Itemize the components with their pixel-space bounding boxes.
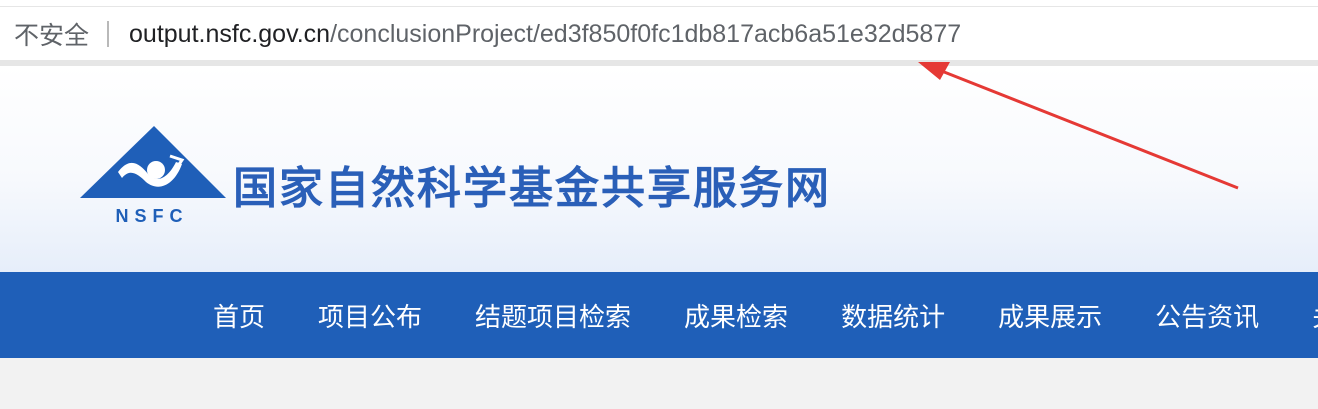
browser-address-bar: 不安全 output.nsfc.gov.cn/conclusionProject…	[0, 0, 1318, 66]
nav-item-announcements[interactable]: 公告资讯	[1155, 297, 1259, 334]
nav-item-about[interactable]: 关	[1312, 297, 1318, 334]
nav-item-concluded-project-search[interactable]: 结题项目检索	[475, 297, 631, 334]
url-path[interactable]: /conclusionProject/ed3f850f0fc1db817acb6…	[330, 20, 961, 49]
nav-item-results-showcase[interactable]: 成果展示	[998, 297, 1102, 334]
nsfc-logo[interactable]: NSFC	[78, 126, 228, 226]
site-header: NSFC 国家自然科学基金共享服务网	[0, 66, 1318, 272]
site-title[interactable]: 国家自然科学基金共享服务网	[233, 152, 831, 216]
url-host[interactable]: output.nsfc.gov.cn	[129, 20, 330, 49]
address-row[interactable]: 不安全 output.nsfc.gov.cn/conclusionProject…	[14, 14, 961, 54]
logo-text: NSFC	[116, 206, 189, 226]
nav-item-home[interactable]: 首页	[213, 297, 265, 334]
nav-item-statistics[interactable]: 数据统计	[841, 297, 945, 334]
address-bar-top-border	[0, 6, 1318, 7]
nav-item-project-announcement[interactable]: 项目公布	[318, 297, 422, 334]
nav-list: 首页 项目公布 结题项目检索 成果检索 数据统计 成果展示 公告资讯 关	[213, 272, 1318, 358]
address-divider	[107, 21, 110, 47]
nav-item-results-search[interactable]: 成果检索	[684, 297, 788, 334]
main-nav: 首页 项目公布 结题项目检索 成果检索 数据统计 成果展示 公告资讯 关	[0, 272, 1318, 358]
security-indicator[interactable]: 不安全	[14, 16, 89, 52]
